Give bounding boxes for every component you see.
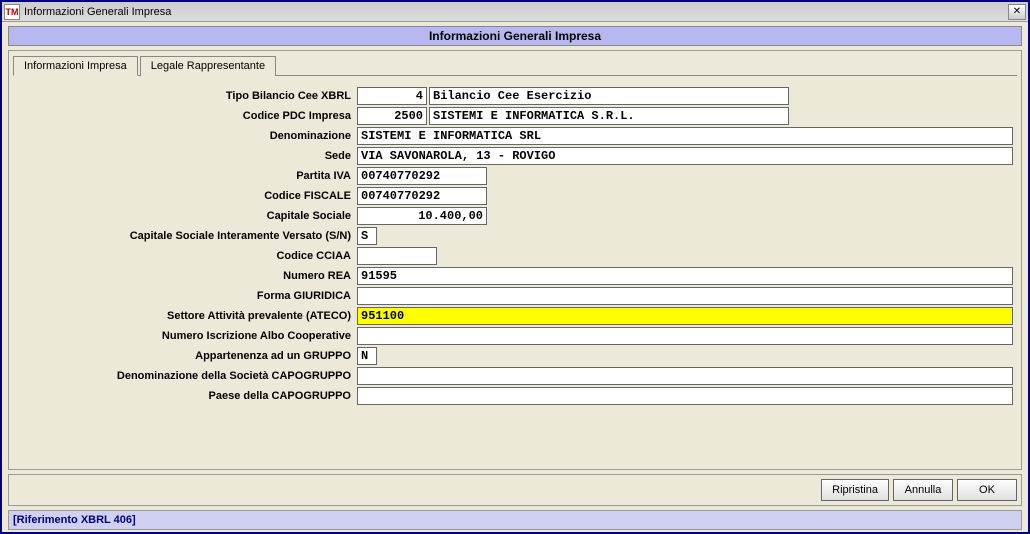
label-capitale-sociale: Capitale Sociale xyxy=(17,210,357,222)
tab-legale-rappresentante[interactable]: Legale Rappresentante xyxy=(140,56,276,76)
input-numero-albo[interactable] xyxy=(357,327,1013,345)
input-forma-giuridica[interactable] xyxy=(357,287,1013,305)
tab-strip: Informazioni Impresa Legale Rappresentan… xyxy=(13,55,1017,76)
app-window: TM Informazioni Generali Impresa ✕ Infor… xyxy=(0,0,1030,534)
input-tipo-bilancio-desc xyxy=(429,87,789,105)
form-panel: Informazioni Impresa Legale Rappresentan… xyxy=(8,50,1022,470)
label-codice-fiscale: Codice FISCALE xyxy=(17,190,357,202)
annulla-button[interactable]: Annulla xyxy=(893,479,953,501)
label-partita-iva: Partita IVA xyxy=(17,170,357,182)
input-partita-iva[interactable] xyxy=(357,167,487,185)
label-sede: Sede xyxy=(17,150,357,162)
label-denominazione: Denominazione xyxy=(17,130,357,142)
label-forma-giuridica: Forma GIURIDICA xyxy=(17,290,357,302)
label-tipo-bilancio: Tipo Bilancio Cee XBRL xyxy=(17,90,357,102)
input-denominazione[interactable] xyxy=(357,127,1013,145)
label-settore-ateco: Settore Attività prevalente (ATECO) xyxy=(17,310,357,322)
input-sede[interactable] xyxy=(357,147,1013,165)
ripristina-button[interactable]: Ripristina xyxy=(821,479,889,501)
input-paese-capogruppo[interactable] xyxy=(357,387,1013,405)
input-codice-cciaa[interactable] xyxy=(357,247,437,265)
input-codice-pdc-desc xyxy=(429,107,789,125)
label-capitale-versato: Capitale Sociale Interamente Versato (S/… xyxy=(17,230,357,242)
input-codice-pdc-code[interactable] xyxy=(357,107,427,125)
content-area: Informazioni Generali Impresa Informazio… xyxy=(2,22,1028,532)
titlebar: TM Informazioni Generali Impresa ✕ xyxy=(2,2,1028,22)
app-icon: TM xyxy=(4,4,20,20)
input-tipo-bilancio-code[interactable] xyxy=(357,87,427,105)
label-paese-capogruppo: Paese della CAPOGRUPPO xyxy=(17,390,357,402)
input-denom-capogruppo[interactable] xyxy=(357,367,1013,385)
input-capitale-sociale[interactable] xyxy=(357,207,487,225)
button-bar: Ripristina Annulla OK xyxy=(8,474,1022,506)
label-codice-pdc: Codice PDC Impresa xyxy=(17,110,357,122)
label-numero-rea: Numero REA xyxy=(17,270,357,282)
label-appartenenza-gruppo: Appartenenza ad un GRUPPO xyxy=(17,350,357,362)
label-denom-capogruppo: Denominazione della Società CAPOGRUPPO xyxy=(17,370,357,382)
input-numero-rea[interactable] xyxy=(357,267,1013,285)
form-area: Tipo Bilancio Cee XBRL Codice PDC Impres… xyxy=(13,82,1017,465)
input-appartenenza-gruppo[interactable] xyxy=(357,347,377,365)
tab-informazioni-impresa[interactable]: Informazioni Impresa xyxy=(13,56,138,76)
close-button[interactable]: ✕ xyxy=(1008,4,1026,20)
status-panel: [Riferimento XBRL 406] xyxy=(8,510,1022,530)
label-numero-albo: Numero Iscrizione Albo Cooperative xyxy=(17,330,357,342)
input-codice-fiscale[interactable] xyxy=(357,187,487,205)
window-title: Informazioni Generali Impresa xyxy=(24,6,1008,18)
panel-header: Informazioni Generali Impresa xyxy=(8,26,1022,46)
input-capitale-versato[interactable] xyxy=(357,227,377,245)
status-text: [Riferimento XBRL 406] xyxy=(13,514,136,526)
label-codice-cciaa: Codice CCIAA xyxy=(17,250,357,262)
ok-button[interactable]: OK xyxy=(957,479,1017,501)
input-settore-ateco[interactable] xyxy=(357,307,1013,325)
